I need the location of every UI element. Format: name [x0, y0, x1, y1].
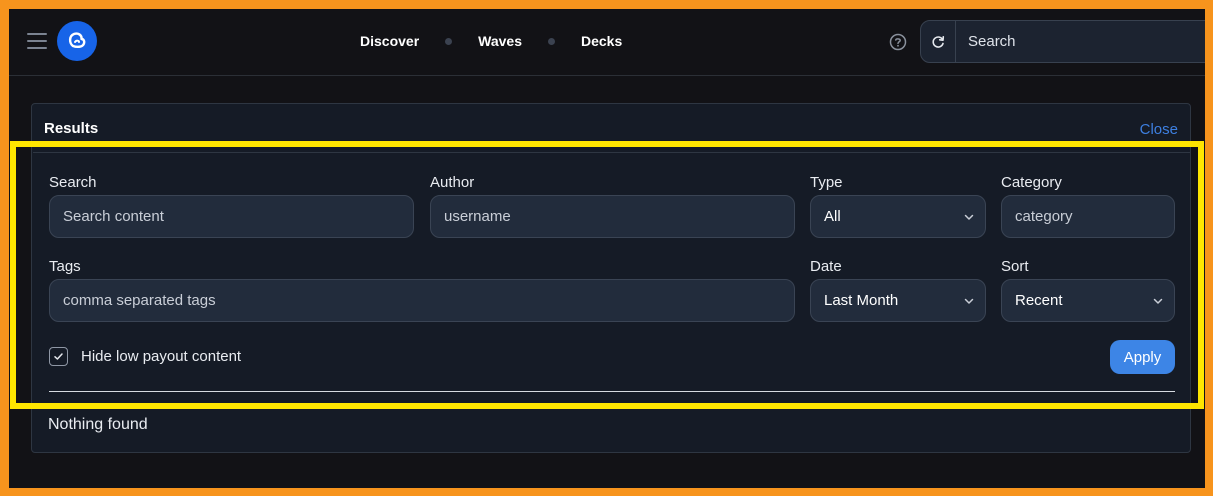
date-label: Date [810, 258, 842, 275]
app-window: Discover Waves Decks Results Clo [9, 9, 1205, 488]
apply-button[interactable]: Apply [1110, 340, 1175, 374]
chevron-down-icon [1153, 298, 1163, 304]
check-icon [54, 353, 63, 360]
ecency-logo-icon[interactable] [57, 21, 97, 61]
nav-decks[interactable]: Decks [581, 33, 622, 49]
chevron-down-icon [964, 298, 974, 304]
nav-discover[interactable]: Discover [360, 33, 419, 49]
tags-label: Tags [49, 258, 81, 275]
category-label: Category [1001, 174, 1062, 191]
results-panel: Results Close Search Author Type All Cat… [31, 103, 1191, 453]
author-input[interactable] [430, 195, 795, 238]
date-select[interactable]: Last Month [810, 279, 986, 322]
hide-low-payout-label: Hide low payout content [81, 348, 242, 365]
hide-low-payout-checkbox[interactable] [49, 347, 68, 366]
type-label: Type [810, 174, 843, 191]
top-header: Discover Waves Decks [9, 9, 1205, 76]
sort-select-value: Recent [1015, 292, 1063, 309]
nav-waves[interactable]: Waves [478, 33, 522, 49]
panel-title: Results [44, 120, 99, 137]
search-label: Search [49, 174, 97, 191]
close-button[interactable]: Close [1140, 121, 1178, 138]
global-search [920, 20, 1205, 63]
category-input[interactable] [1001, 195, 1175, 238]
empty-results-message: Nothing found [48, 416, 148, 433]
chevron-down-icon [964, 214, 974, 220]
hide-low-payout-toggle[interactable]: Hide low payout content [49, 347, 241, 366]
hamburger-menu-icon[interactable] [27, 33, 47, 49]
type-select-value: All [824, 208, 841, 225]
nav-separator-dot [445, 37, 453, 45]
search-content-input[interactable] [49, 195, 414, 238]
type-select[interactable]: All [810, 195, 986, 238]
date-select-value: Last Month [824, 292, 899, 309]
tags-input[interactable] [49, 279, 795, 322]
help-circle-icon[interactable] [889, 33, 907, 51]
main-nav: Discover Waves Decks [360, 33, 622, 49]
search-filters: Search Author Type All Category Tags Dat… [33, 152, 1191, 397]
author-label: Author [430, 174, 475, 191]
sort-label: Sort [1001, 258, 1029, 275]
global-search-input[interactable] [956, 21, 1205, 62]
refresh-icon[interactable] [921, 21, 956, 62]
filters-divider [49, 391, 1175, 392]
nav-separator-dot [548, 37, 555, 45]
sort-select[interactable]: Recent [1001, 279, 1175, 322]
